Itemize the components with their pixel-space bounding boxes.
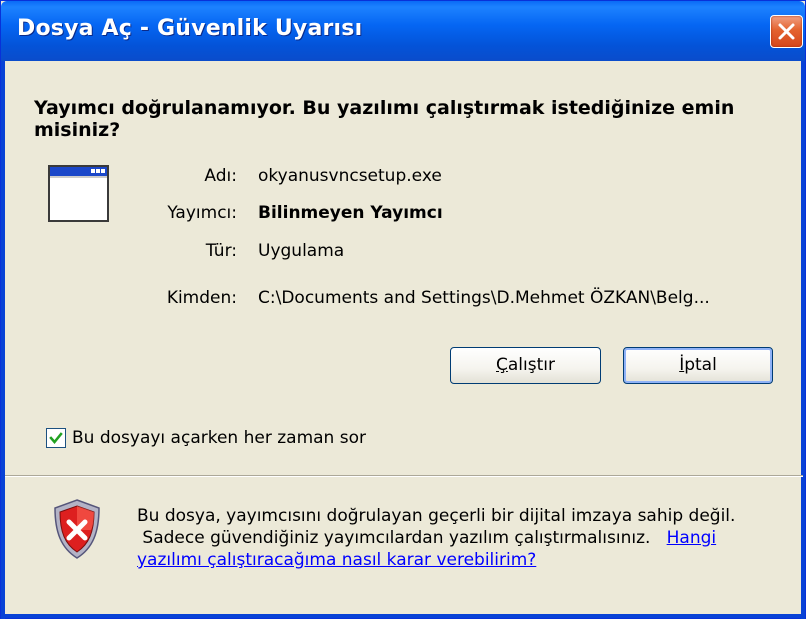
close-button[interactable] [770,15,803,48]
info-line-1: Bu dosya, yayımcısını doğrulayan geçerli… [137,506,736,526]
window-frame-right [801,61,805,619]
publisher-value: Bilinmeyen Yayımcı [258,203,443,223]
cancel-button[interactable]: İptal [623,347,773,384]
name-label: Adı: [204,166,237,186]
security-shield-icon [54,499,100,559]
help-link-part-1[interactable]: Hangi [667,528,717,548]
publisher-label: Yayımcı: [167,203,237,223]
info-line-3: yazılımı çalıştıracağıma nasıl karar ver… [137,549,787,571]
window-frame-bottom [1,614,805,618]
info-line-2-text: Sadece güvendiğiniz yayımcılardan yazılı… [142,528,651,548]
name-value: okyanusvncsetup.exe [258,166,442,186]
window-frame-left [1,61,5,619]
info-text: Bu dosya, yayımcısını doğrulayan geçerli… [137,505,787,571]
title-bar[interactable]: Dosya Aç - Güvenlik Uyarısı [1,1,805,61]
info-line-2: Sadece güvendiğiniz yayımcılardan yazılı… [137,527,787,549]
security-warning-dialog: Dosya Aç - Güvenlik Uyarısı Yayımcı doğr… [0,0,806,619]
type-value: Uygulama [258,241,345,261]
window-title: Dosya Aç - Güvenlik Uyarısı [17,16,363,41]
run-button[interactable]: Çalıştır [450,347,601,384]
divider-highlight [5,476,803,477]
always-ask-checkbox[interactable] [46,428,66,448]
run-button-label: alıştır [507,355,555,375]
from-value: C:\Documents and Settings\D.Mehmet ÖZKAN… [258,288,710,308]
warning-heading: Yayımcı doğrulanamıyor. Bu yazılımı çalı… [34,97,735,141]
checkmark-icon [49,432,63,444]
cancel-button-label: ptal [684,355,717,375]
help-link-part-2[interactable]: yazılımı çalıştıracağıma nasıl karar ver… [137,550,536,570]
type-label: Tür: [205,241,237,261]
run-button-mnemonic: Ç [496,355,508,375]
close-icon [778,23,795,40]
from-label: Kimden: [166,288,237,308]
always-ask-label[interactable]: Bu dosyayı açarken her zaman sor [72,428,366,448]
